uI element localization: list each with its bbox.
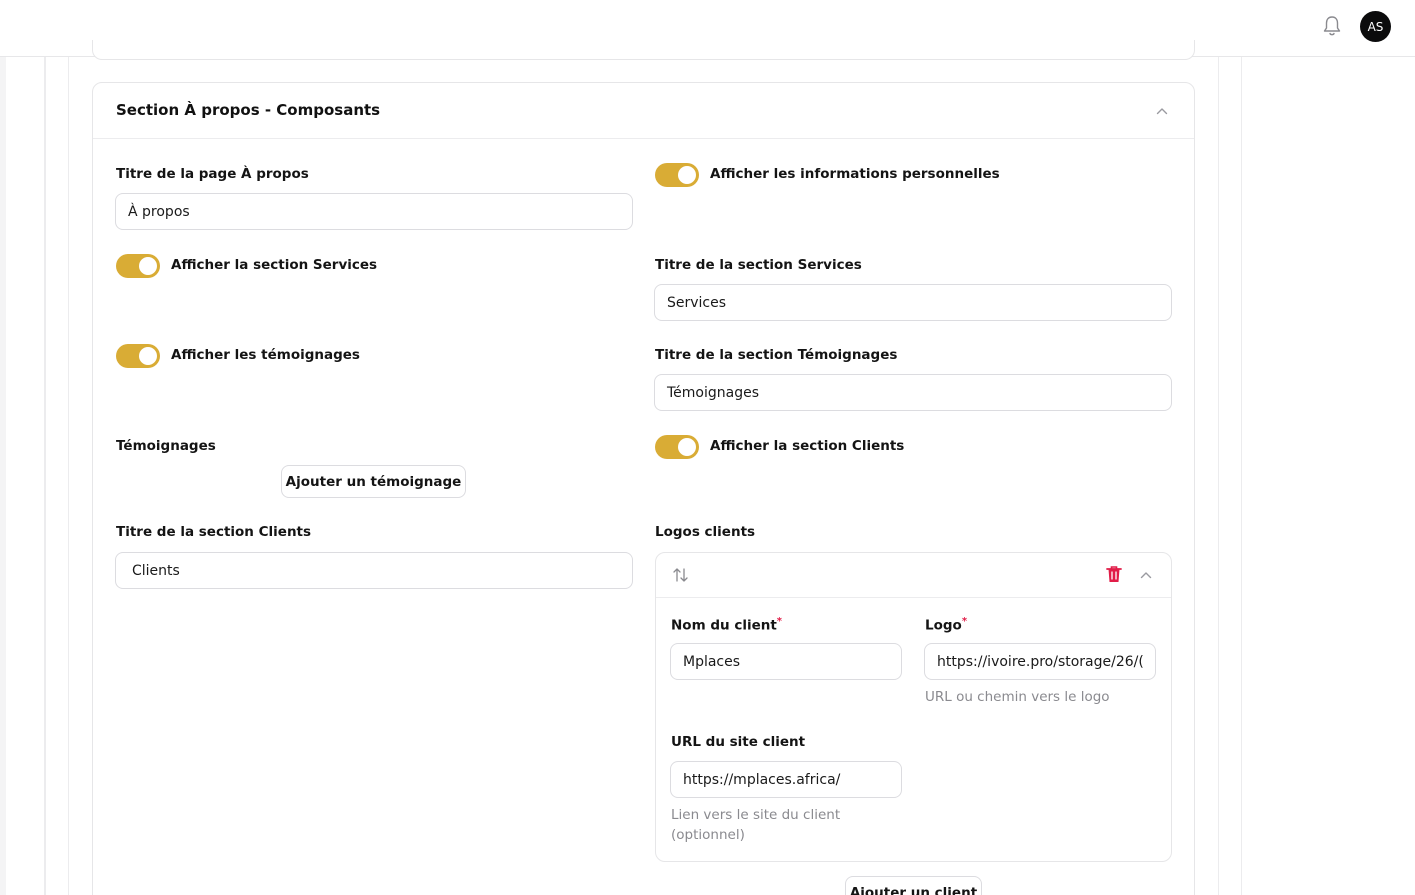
testimonials-toggle-label: Afficher les témoignages	[171, 347, 360, 363]
required-mark: *	[961, 616, 968, 627]
client-name-input[interactable]: Mplaces	[670, 643, 902, 680]
reorder-icon[interactable]	[672, 566, 690, 584]
clients-title-label: Titre de la section Clients	[116, 524, 312, 540]
logo-url-input[interactable]: https://ivoire.pro/storage/26/(	[924, 643, 1156, 680]
services-title-label: Titre de la section Services	[655, 257, 862, 273]
section-title: Section À propos - Composants	[116, 101, 381, 119]
logo-label: Logo*	[925, 616, 968, 634]
add-client-button[interactable]: Ajouter un client	[845, 876, 982, 895]
previous-section-card	[92, 40, 1195, 60]
add-testimonial-button[interactable]: Ajouter un témoignage	[281, 465, 466, 498]
about-title-label: Titre de la page À propos	[116, 166, 309, 182]
personal-info-toggle-label: Afficher les informations personnelles	[710, 166, 1000, 182]
client-url-input[interactable]: https://mplaces.africa/	[670, 761, 902, 798]
testimonials-toggle[interactable]	[116, 344, 160, 368]
avatar[interactable]: AS	[1360, 11, 1391, 42]
trash-icon[interactable]	[1106, 565, 1122, 584]
services-title-input[interactable]: Services	[654, 284, 1172, 321]
chevron-up-icon[interactable]	[1156, 107, 1168, 115]
clients-toggle-label: Afficher la section Clients	[710, 438, 905, 454]
testimonials-title-label: Titre de la section Témoignages	[655, 347, 898, 363]
client-url-label: URL du site client	[671, 734, 806, 750]
testimonials-title-input[interactable]: Témoignages	[654, 374, 1172, 411]
personal-info-toggle[interactable]	[655, 163, 699, 187]
services-toggle-label: Afficher la section Services	[171, 257, 378, 273]
testimonials-label: Témoignages	[116, 438, 216, 454]
section-header[interactable]: Section À propos - Composants	[93, 83, 1194, 139]
about-title-input[interactable]: À propos	[115, 193, 633, 230]
bell-icon[interactable]	[1322, 15, 1342, 37]
client-name-label: Nom du client*	[671, 616, 783, 634]
logo-hint: URL ou chemin vers le logo	[925, 689, 1110, 705]
right-panel	[1242, 57, 1415, 895]
services-toggle[interactable]	[116, 254, 160, 278]
left-sidebar-strip	[6, 57, 45, 895]
client-logos-label: Logos clients	[655, 524, 756, 540]
chevron-up-icon[interactable]	[1140, 571, 1152, 579]
client-item-header	[656, 553, 1171, 598]
clients-title-input[interactable]: Clients	[115, 552, 633, 589]
clients-toggle[interactable]	[655, 435, 699, 459]
required-mark: *	[776, 616, 783, 627]
client-url-hint: Lien vers le site du client (optionnel)	[671, 807, 841, 843]
